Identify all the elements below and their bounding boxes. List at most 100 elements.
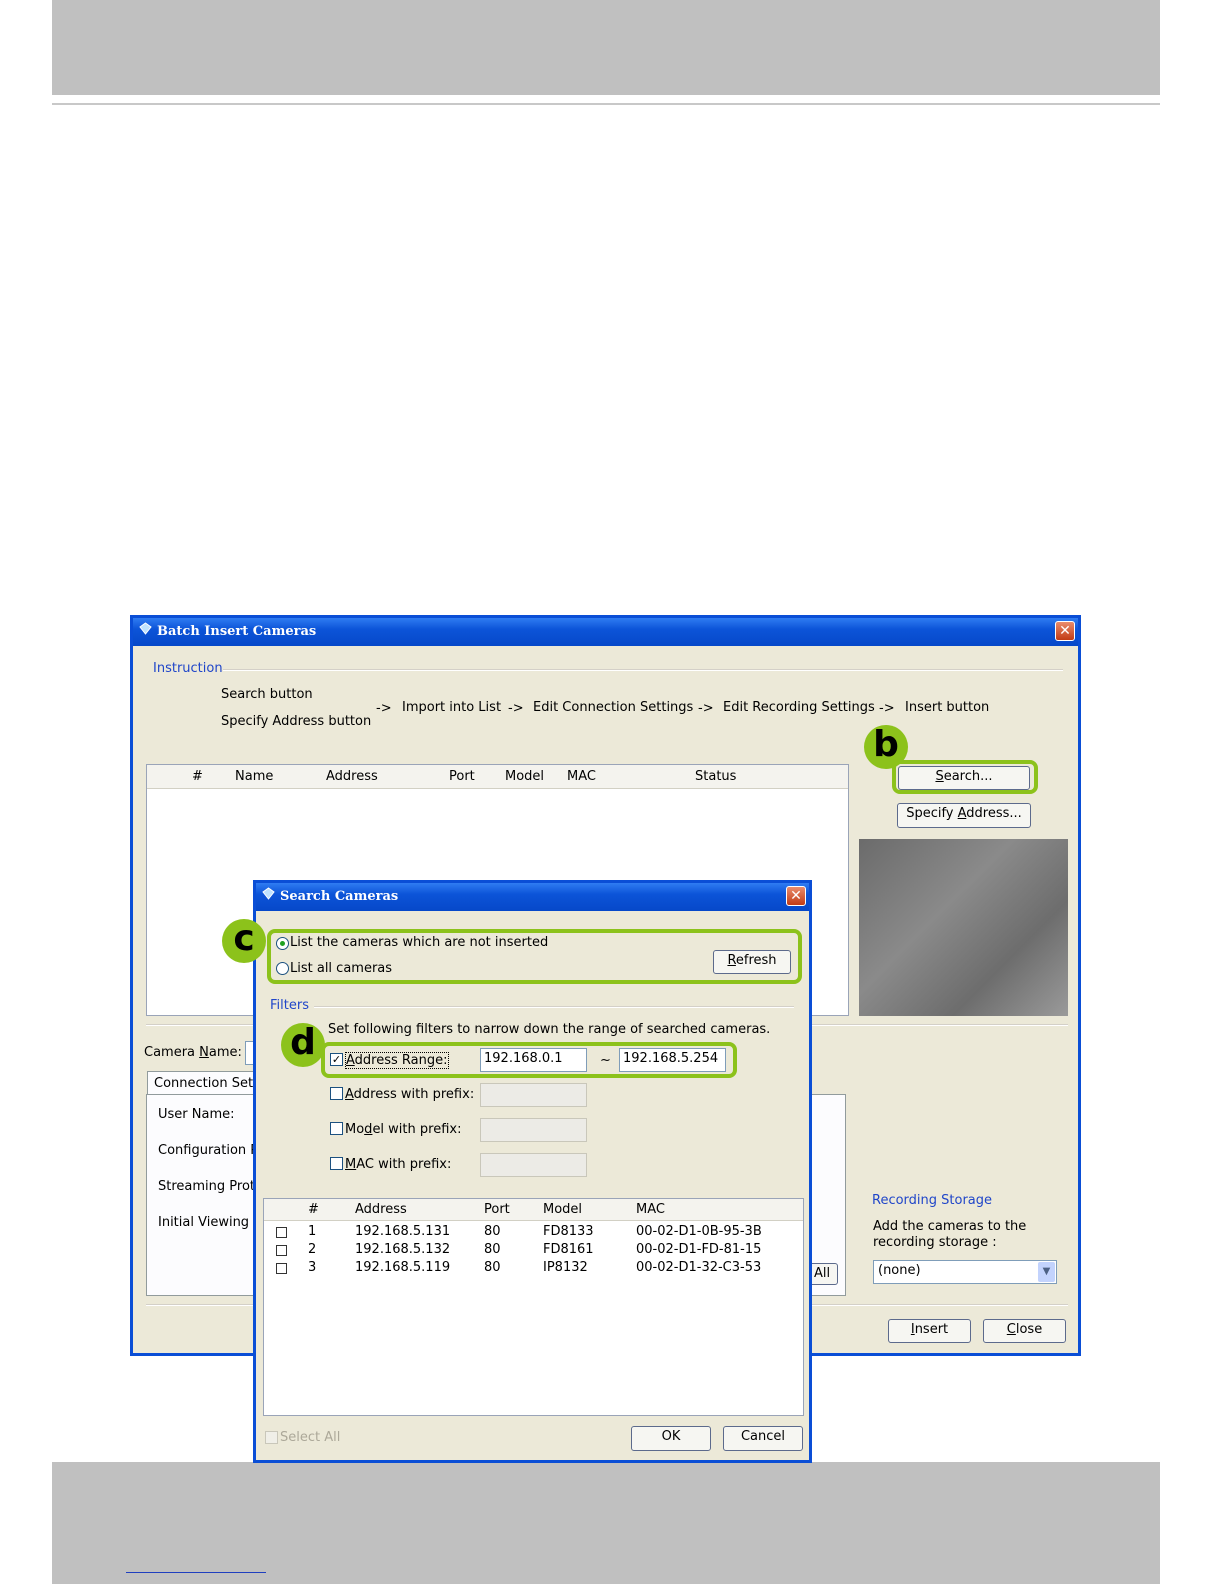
column-header[interactable]: MAC	[567, 769, 596, 784]
table-row[interactable]: 1 192.168.5.131 80 FD8133 00-02-D1-0B-95…	[264, 1223, 803, 1241]
insert-button[interactable]: Insert	[888, 1319, 971, 1343]
row-address: 192.168.5.132	[355, 1242, 451, 1257]
column-header[interactable]: Status	[695, 769, 736, 784]
close-button[interactable]: Close	[983, 1319, 1066, 1343]
column-header[interactable]: Name	[235, 769, 273, 784]
ok-button[interactable]: OK	[631, 1426, 711, 1451]
model-prefix-text: Mo	[345, 1122, 365, 1137]
callout-d: d	[281, 1023, 325, 1067]
callout-b-highlight	[892, 760, 1038, 794]
row-port: 80	[484, 1224, 501, 1239]
step-arrow: ->	[376, 701, 392, 716]
row-model: FD8133	[543, 1224, 594, 1239]
instruction-separator	[223, 669, 1063, 671]
batch-title: Batch Insert Cameras	[157, 624, 317, 639]
batch-titlebar: Batch Insert Cameras ✕	[133, 618, 1078, 646]
row-checkbox[interactable]	[276, 1227, 287, 1238]
callout-d-highlight	[321, 1042, 737, 1078]
select-all-label[interactable]: Select All	[280, 1430, 340, 1445]
callout-c-highlight	[267, 929, 802, 984]
column-header[interactable]: Port	[449, 769, 475, 784]
row-address: 192.168.5.119	[355, 1260, 451, 1275]
model-prefix-label[interactable]: Model with prefix:	[345, 1122, 461, 1137]
row-model: FD8161	[543, 1242, 594, 1257]
close-button-mnemonic: C	[1006, 1322, 1016, 1337]
select-all-checkbox[interactable]	[265, 1431, 278, 1444]
recording-storage-label: Recording Storage	[872, 1193, 993, 1208]
tab-connection-settings[interactable]: Connection Sett	[147, 1071, 267, 1095]
column-header[interactable]: Model	[543, 1202, 582, 1217]
row-checkbox[interactable]	[276, 1263, 287, 1274]
camera-name-text: ame:	[208, 1045, 242, 1060]
header-band	[52, 0, 1160, 95]
mac-prefix-input[interactable]	[480, 1153, 587, 1177]
address-prefix-mnemonic: A	[345, 1087, 354, 1102]
row-model: IP8132	[543, 1260, 588, 1275]
streaming-protocol-label: Streaming Proto	[158, 1179, 263, 1194]
row-port: 80	[484, 1242, 501, 1257]
footer-band	[52, 1462, 1160, 1584]
callout-b: b	[864, 725, 908, 769]
camera-name-label: Camera Name:	[144, 1045, 242, 1060]
footer-link	[126, 1572, 266, 1573]
mac-prefix-checkbox[interactable]	[330, 1157, 343, 1170]
mac-prefix-label[interactable]: MAC with prefix:	[345, 1157, 451, 1172]
camera-name-text: Camera	[144, 1045, 200, 1060]
step-arrow: ->	[508, 701, 524, 716]
step-insert: Insert button	[905, 700, 990, 715]
initial-viewing-label: Initial Viewing S	[158, 1215, 262, 1230]
address-prefix-input[interactable]	[480, 1083, 587, 1107]
camera-name-mnemonic: N	[199, 1045, 209, 1060]
row-number: 1	[308, 1224, 317, 1239]
step-import: Import into List	[402, 700, 502, 715]
row-number: 3	[308, 1260, 317, 1275]
model-prefix-checkbox[interactable]	[330, 1122, 343, 1135]
camera-list-header: # Name Address Port Model MAC Status	[147, 765, 848, 789]
row-number: 2	[308, 1242, 317, 1257]
tab-connection-label: Connection Sett	[154, 1076, 259, 1091]
column-header[interactable]: #	[192, 769, 203, 784]
column-header[interactable]: Address	[326, 769, 378, 784]
row-port: 80	[484, 1260, 501, 1275]
address-prefix-text: ddress with prefix:	[353, 1087, 475, 1102]
cancel-button[interactable]: Cancel	[723, 1426, 803, 1451]
column-header[interactable]: #	[308, 1202, 319, 1217]
model-prefix-text: el with prefix:	[372, 1122, 462, 1137]
header-rule	[52, 103, 1160, 105]
column-header[interactable]: MAC	[636, 1202, 665, 1217]
column-header[interactable]: Address	[355, 1202, 407, 1217]
user-name-label: User Name:	[158, 1107, 235, 1122]
address-prefix-label[interactable]: Address with prefix:	[345, 1087, 474, 1102]
filters-description: Set following filters to narrow down the…	[328, 1022, 771, 1037]
chevron-down-icon[interactable]: ▼	[1038, 1262, 1055, 1282]
specify-button-text: Specify	[906, 806, 958, 821]
recording-storage-select[interactable]: (none) ▼	[873, 1260, 1057, 1284]
close-button-text: lose	[1015, 1322, 1043, 1337]
configuration-protocol-label: Configuration Pr	[158, 1143, 264, 1158]
row-mac: 00-02-D1-0B-95-3B	[636, 1224, 762, 1239]
row-address: 192.168.5.131	[355, 1224, 451, 1239]
row-checkbox[interactable]	[276, 1245, 287, 1256]
address-prefix-checkbox[interactable]	[330, 1087, 343, 1100]
step-specify-button: Specify Address button	[221, 714, 372, 729]
filters-separator	[314, 1006, 794, 1008]
app-icon	[139, 622, 152, 635]
table-row[interactable]: 2 192.168.5.132 80 FD8161 00-02-D1-FD-81…	[264, 1241, 803, 1259]
batch-close-icon[interactable]: ✕	[1055, 621, 1075, 641]
table-row[interactable]: 3 192.168.5.119 80 IP8132 00-02-D1-32-C3…	[264, 1259, 803, 1277]
results-list-header: # Address Port Model MAC	[264, 1199, 803, 1221]
mac-prefix-text: AC with prefix:	[356, 1157, 452, 1172]
search-titlebar: Search Cameras ✕	[256, 883, 809, 911]
specify-address-button[interactable]: Specify Address...	[897, 803, 1031, 828]
column-header[interactable]: Port	[484, 1202, 510, 1217]
filters-label: Filters	[270, 998, 309, 1013]
results-list[interactable]: # Address Port Model MAC 1 192.168.5.131…	[263, 1198, 804, 1416]
column-header[interactable]: Model	[505, 769, 544, 784]
model-prefix-input[interactable]	[480, 1118, 587, 1142]
step-arrow: ->	[879, 701, 895, 716]
camera-preview	[859, 839, 1068, 1016]
step-search-button: Search button	[221, 687, 313, 702]
storage-selected-value: (none)	[878, 1263, 921, 1278]
search-close-icon[interactable]: ✕	[786, 886, 806, 906]
recording-storage-desc: Add the cameras to the	[873, 1219, 1027, 1234]
